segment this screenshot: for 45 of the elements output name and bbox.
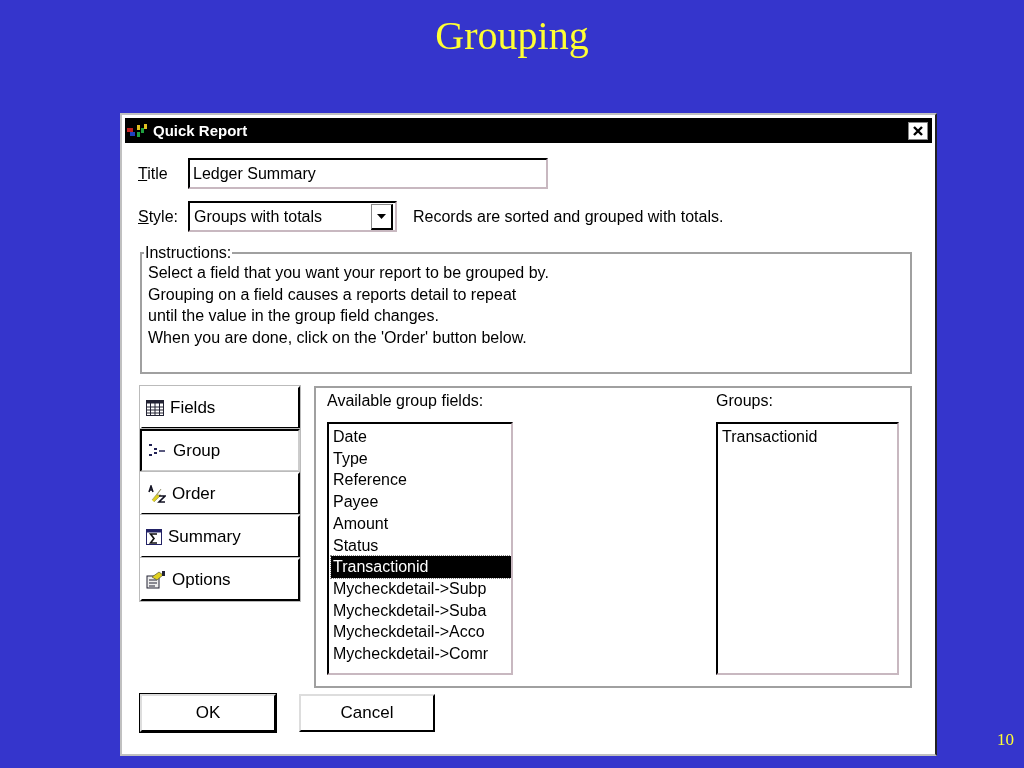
field-list-item[interactable]: Amount <box>331 512 511 535</box>
field-list-item[interactable]: Mycheckdetail->Comr <box>331 643 511 665</box>
instruction-text: Select a field that you want your report to be grouped by. <box>148 263 550 283</box>
groups-list[interactable]: Transactionid <box>716 422 899 675</box>
groups-label: Groups: <box>716 392 774 411</box>
close-icon <box>912 124 924 137</box>
mode-button[interactable]: Order <box>140 472 300 515</box>
dialog-button[interactable]: Cancel <box>299 694 435 732</box>
dialog-button[interactable]: OK <box>140 694 276 732</box>
group-list-item[interactable]: Transactionid <box>720 426 897 448</box>
title-label: Title <box>138 164 169 183</box>
instructions-legend: Instructions: <box>144 244 233 262</box>
style-dropdown[interactable]: Groups with totals <box>188 201 397 232</box>
available-fields-label: Available group fields: <box>327 392 485 411</box>
mode-button[interactable]: Fields <box>140 386 300 429</box>
available-fields-list[interactable]: Date Type Reference Payee Amount Status Transactionid Mycheckdetail->Subp Mycheckdetail->Suba Mycheckdetail->Acco Mycheckdetail->Comr <box>327 422 513 675</box>
field-list-item[interactable]: Payee <box>331 491 511 513</box>
settings-icon <box>146 570 166 589</box>
instruction-text: When you are done, click on the 'Order' button below. <box>148 327 528 348</box>
field-list-item[interactable]: Mycheckdetail->Suba <box>331 599 511 622</box>
dropdown-arrow-icon <box>377 213 386 219</box>
close-button[interactable] <box>908 121 928 140</box>
slide-title: Grouping <box>434 12 590 60</box>
sort-icon <box>146 484 166 503</box>
field-list-item[interactable]: Date <box>331 426 511 448</box>
app-icon <box>127 123 149 138</box>
style-description: Records are sorted and grouped with totals. <box>413 207 724 226</box>
window-title: Quick Report <box>153 122 249 139</box>
field-list-item[interactable]: Type <box>331 447 511 470</box>
sigma-icon <box>146 528 162 545</box>
field-list-item[interactable]: Transactionid <box>331 556 511 578</box>
instruction-text: Grouping on a field causes a reports detail to repeat <box>148 284 518 305</box>
page-number: 10 <box>997 730 1014 750</box>
mode-button[interactable]: Summary <box>140 515 300 558</box>
field-list-item[interactable]: Status <box>331 534 511 557</box>
hierarchy-icon <box>149 443 167 458</box>
field-list-item[interactable]: Mycheckdetail->Subp <box>331 577 511 600</box>
title-input[interactable]: Ledger Summary <box>188 158 548 189</box>
field-list-item[interactable]: Mycheckdetail->Acco <box>331 621 511 644</box>
instruction-text: until the value in the group field changes. <box>148 306 440 326</box>
mode-button[interactable]: Options <box>140 558 300 601</box>
field-list-item[interactable]: Reference <box>331 469 511 492</box>
table-icon <box>146 399 164 416</box>
mode-button[interactable]: Group <box>140 429 300 472</box>
style-label: Style: <box>138 207 179 226</box>
